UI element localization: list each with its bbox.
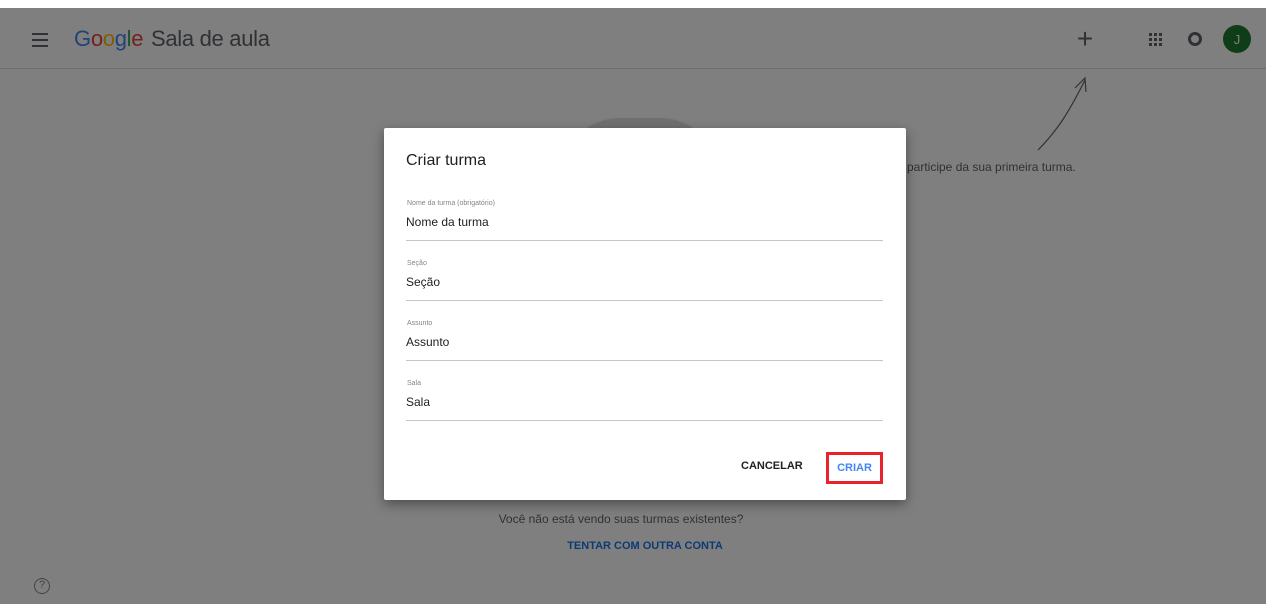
subject-label: Assunto	[407, 320, 433, 327]
section-field: Seção	[406, 260, 883, 301]
create-class-dialog: Criar turma Nome da turma (obrigatório) …	[384, 128, 906, 500]
subject-input[interactable]	[406, 335, 876, 349]
subject-field: Assunto	[406, 320, 883, 361]
create-button[interactable]: CRIAR	[829, 455, 880, 481]
dialog-title: Criar turma	[406, 152, 487, 169]
class-name-field: Nome da turma (obrigatório)	[406, 200, 883, 241]
room-input[interactable]	[406, 395, 876, 409]
room-label: Sala	[407, 380, 422, 387]
class-name-label: Nome da turma (obrigatório)	[407, 200, 495, 207]
section-label: Seção	[407, 260, 427, 267]
class-name-input[interactable]	[406, 215, 876, 229]
cancel-button[interactable]: CANCELAR	[741, 460, 803, 472]
section-input[interactable]	[406, 275, 876, 289]
room-field: Sala	[406, 380, 883, 421]
create-button-highlight: CRIAR	[826, 452, 883, 484]
